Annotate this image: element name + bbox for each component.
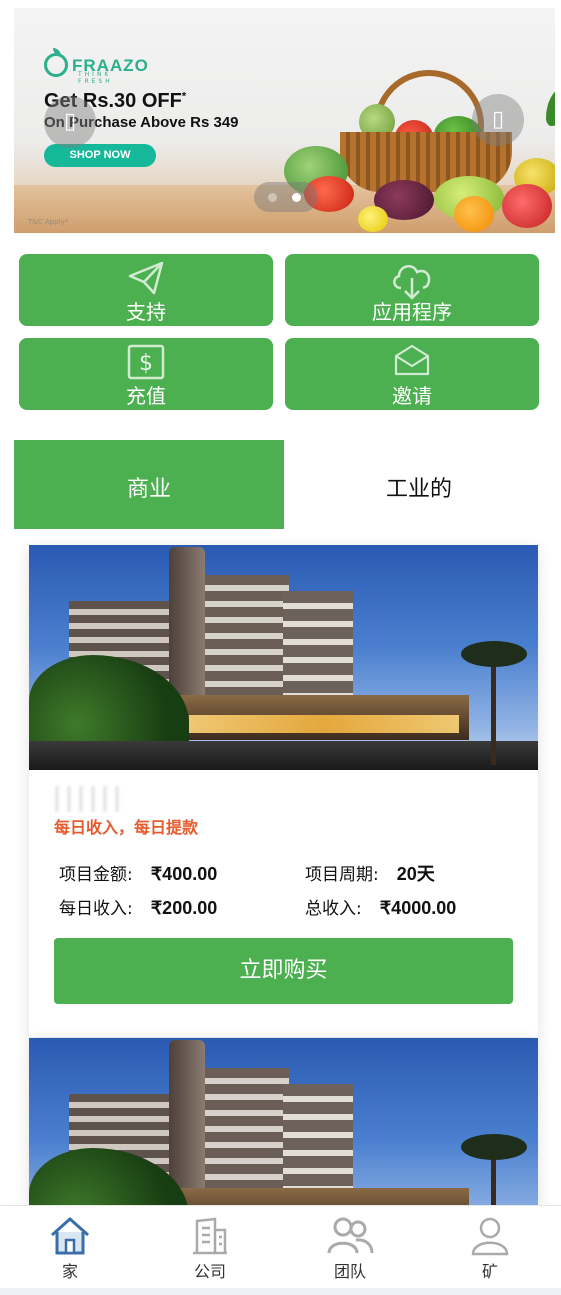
nav-company[interactable]: 公司 [140,1206,280,1295]
support-button[interactable]: 支持 [19,254,273,326]
stat-period-value: 20天 [396,864,435,884]
brand-tagline: THINK FRESH [78,71,113,85]
buy-now-button[interactable]: 立即购买 [54,938,513,1004]
stat-amount: 项目金额: ₹400.00 [59,860,217,885]
chevron-left-icon: ▯ [63,109,77,134]
nav-company-label: 公司 [193,1262,226,1281]
svg-text:$: $ [139,351,153,376]
orange-image [454,196,494,232]
lobby-lights [189,715,459,733]
user-icon [471,1217,509,1256]
brand-logo: FRAAZO THINK FRESH [44,48,149,85]
support-label: 支持 [126,300,166,324]
cloud-download-icon [393,264,431,300]
tab-commercial[interactable]: 商业 [14,440,284,529]
nav-mine[interactable]: 矿 [420,1206,560,1295]
stat-total-value: ₹4000.00 [379,898,457,918]
promo-banner[interactable]: FRAAZO THINK FRESH Get Rs.30 OFF* On Pur… [14,8,555,233]
blurred-title [55,786,125,812]
apple-image [502,184,552,228]
stat-amount-label: 项目金额: [59,865,133,885]
product-card: 每日收入，每日提款 项目金额: ₹400.00 项目周期: 20天 每日收入: ₹20… [29,545,538,1037]
product-tag: 每日收入，每日提款 [54,818,199,837]
stat-total-income: 总收入: ₹4000.00 [305,894,456,919]
stat-amount-value: ₹400.00 [150,864,218,884]
nav-mine-label: 矿 [481,1262,498,1281]
lemon-slice-image [358,206,388,232]
leaf-image [546,86,555,126]
tab-industrial[interactable]: 工业的 [284,440,554,529]
stat-daily-label: 每日收入: [59,899,133,919]
stat-period-label: 项目周期: [305,865,379,885]
hotel-photo [29,545,538,770]
bottom-navigation: 家 公司 团队 矿 [0,1205,561,1295]
invite-button[interactable]: 邀请 [285,338,539,410]
carousel-pagination [254,182,318,212]
invite-label: 邀请 [392,384,432,408]
leaf-icon [44,48,68,77]
app-download-label: 应用程序 [372,300,452,324]
terms-note: T&C Apply* [28,218,69,226]
team-icon [327,1217,374,1254]
bottom-edge [0,1288,561,1295]
stat-period: 项目周期: 20天 [305,860,435,886]
chevron-right-icon: ▯ [491,107,505,132]
carousel-dot-2[interactable] [292,193,301,202]
nav-team-label: 团队 [333,1262,366,1281]
home-icon [51,1217,89,1255]
nav-home-label: 家 [61,1262,78,1281]
carousel-next-button[interactable]: ▯ [472,94,524,146]
carousel-dot-1[interactable] [268,193,277,202]
dollar-icon: $ [127,344,165,380]
stat-total-label: 总收入: [305,899,362,919]
recharge-button[interactable]: $ 充值 [19,338,273,410]
nav-home[interactable]: 家 [0,1206,140,1295]
category-tabs: 商业 工业的 [14,440,555,529]
palm-top [461,641,527,667]
stat-daily-income: 每日收入: ₹200.00 [59,894,217,919]
palm-trunk [491,655,496,765]
stat-daily-value: ₹200.00 [150,898,218,918]
envelope-icon [394,344,430,376]
app-download-button[interactable]: 应用程序 [285,254,539,326]
carousel-prev-button[interactable]: ▯ [44,96,96,148]
promo-title-mark: * [181,90,187,103]
nav-team[interactable]: 团队 [280,1206,420,1295]
recharge-label: 充值 [126,384,166,408]
ground [29,741,538,770]
product-card [29,1038,538,1263]
shop-now-button[interactable]: SHOP NOW [44,144,156,167]
paper-plane-icon [128,261,164,295]
building-right [283,1084,353,1204]
building-right [283,591,353,711]
palm-top [461,1134,527,1160]
building-icon [193,1217,227,1255]
